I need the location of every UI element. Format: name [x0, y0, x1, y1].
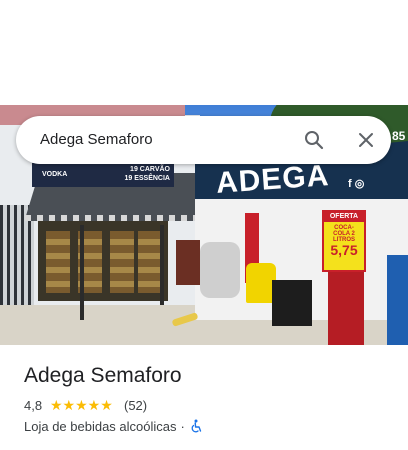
search-input[interactable]: Adega Semaforo [40, 131, 153, 148]
category-row: Loja de bebidas alcoólicas · [24, 419, 203, 434]
photo-sign-left-text: VODKA [42, 171, 68, 178]
photo-offer-price: 5,75 [330, 242, 358, 258]
photo-pillar [80, 225, 84, 320]
photo-offer-product: COCA-COLA 2 LITROS [333, 225, 355, 243]
search-bar[interactable]: Adega Semaforo [16, 116, 391, 164]
photo-sign-right-top-text: 19 CARVÃO [130, 166, 170, 173]
photo-sacks [200, 242, 240, 298]
place-category: Loja de bebidas alcoólicas [24, 419, 177, 434]
photo-pillar [160, 225, 164, 305]
photo-crates [176, 240, 200, 285]
photo-red-rack [328, 265, 364, 345]
separator-dot: · [180, 419, 185, 434]
photo-shop-interior [38, 221, 168, 301]
blank-header-area [0, 0, 408, 105]
photo-social-icons: f ◎ [348, 178, 365, 190]
photo-black-table [272, 280, 312, 326]
photo-shelf [46, 231, 70, 293]
photo-shop-sign: VODKA 19 CARVÃO 19 ESSÊNCIA [32, 163, 174, 187]
search-icon[interactable] [304, 130, 324, 150]
photo-offer-header: OFERTA [324, 212, 364, 222]
photo-blue-crates [387, 255, 408, 345]
photo-shelf [138, 231, 162, 293]
photo-awning-edge [25, 215, 200, 221]
wheelchair-accessible-icon [189, 419, 203, 433]
rating-value: 4,8 [24, 398, 43, 413]
photo-corner-number: 85 [392, 129, 406, 143]
photo-shelf [110, 231, 134, 293]
photo-offer-sign: OFERTA COCA-COLA 2 LITROS 5,75 [322, 210, 366, 272]
place-title: Adega Semaforo [24, 364, 182, 387]
close-icon[interactable] [356, 130, 376, 150]
photo-sign-right-bottom-text: 19 ESSÊNCIA [124, 175, 170, 182]
review-count[interactable]: (52) [124, 398, 147, 413]
star-rating-icon: ★★★★★ [50, 397, 113, 413]
